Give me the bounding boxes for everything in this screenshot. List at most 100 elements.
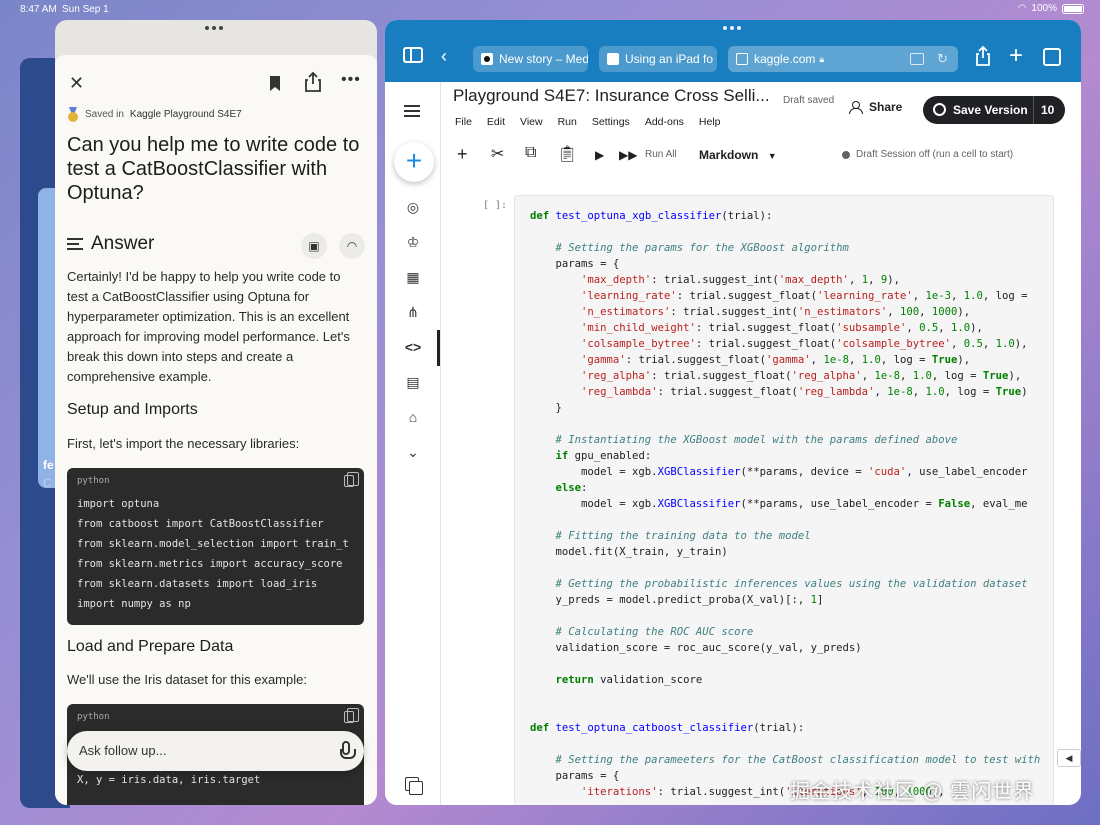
paste-icon[interactable]: 📋︎ bbox=[557, 144, 577, 164]
menu-edit[interactable]: Edit bbox=[487, 116, 505, 128]
section-setup-text: First, let's import the necessary librar… bbox=[67, 436, 300, 451]
battery-icon bbox=[1062, 3, 1084, 14]
save-version-icon bbox=[933, 103, 946, 116]
reader-icon[interactable] bbox=[910, 53, 924, 65]
hamburger-menu-icon[interactable] bbox=[404, 102, 422, 120]
code-cell[interactable]: def test_optuna_xgb_classifier(trial): #… bbox=[514, 195, 1054, 805]
notebook-title[interactable]: Playground S4E7: Insurance Cross Selli..… bbox=[453, 86, 773, 106]
menu-view[interactable]: View bbox=[520, 116, 543, 128]
kaggle-nav-rail: + ◎ ♔ ▦ ⋔ <> ▤ ⌂ ⌄ bbox=[385, 82, 441, 805]
notebook-menubar: File Edit View Run Settings Add-ons Help bbox=[455, 116, 721, 128]
more-icon[interactable]: ••• bbox=[341, 71, 361, 89]
menu-file[interactable]: File bbox=[455, 116, 472, 128]
code-icon[interactable]: <> bbox=[404, 338, 422, 356]
models-icon[interactable]: ⋔ bbox=[404, 303, 422, 321]
copy-icon[interactable] bbox=[344, 472, 359, 487]
browser-window: ‹ New story – Medium Using an iPad fo ka… bbox=[385, 20, 1081, 805]
mic-icon[interactable] bbox=[340, 741, 356, 759]
menu-help[interactable]: Help bbox=[699, 116, 721, 128]
collapse-panel-icon[interactable]: ◀ bbox=[1057, 749, 1081, 767]
run-all-label[interactable]: Run All bbox=[645, 149, 677, 160]
project-name[interactable]: Kaggle Playground S4E7 bbox=[130, 109, 242, 120]
back-icon[interactable]: ‹ bbox=[441, 46, 447, 67]
share-label: Share bbox=[869, 100, 903, 114]
draft-status: Draft saved bbox=[783, 95, 835, 106]
person-add-icon bbox=[849, 101, 863, 114]
chevron-down-icon[interactable]: ⌄ bbox=[404, 443, 422, 461]
code-lang-label: python bbox=[77, 476, 110, 486]
answer-heading: Answer bbox=[67, 233, 154, 255]
copy-icon[interactable] bbox=[344, 708, 359, 723]
wifi-icon: ◠ bbox=[1017, 3, 1027, 14]
table-icon[interactable]: ▦ bbox=[404, 268, 422, 286]
section-data-text: We'll use the Iris dataset for this exam… bbox=[67, 672, 307, 687]
new-tab-icon[interactable]: + bbox=[1009, 42, 1023, 70]
discussion-icon[interactable]: ▤ bbox=[404, 373, 422, 391]
copy-icon[interactable]: ⧉ bbox=[525, 144, 536, 162]
save-version-button[interactable]: Save Version 10 bbox=[923, 96, 1065, 124]
window-grabber[interactable] bbox=[205, 26, 227, 32]
run-all-icon[interactable]: ▶▶ bbox=[619, 148, 637, 162]
code-lang-label: python bbox=[77, 712, 110, 722]
tab-kaggle-address-bar[interactable]: kaggle.com 🔒︎ ↻ bbox=[728, 46, 958, 72]
image-icon[interactable]: ▣ bbox=[301, 233, 327, 259]
status-right: ◠ 100% bbox=[1018, 3, 1084, 14]
tab-medium[interactable]: New story – Medium bbox=[473, 46, 588, 72]
question-title: Can you help me to write code to test a … bbox=[67, 134, 360, 204]
tab-label: Using an iPad fo bbox=[625, 52, 714, 66]
run-cell-icon[interactable]: ▶ bbox=[595, 148, 604, 162]
share-button[interactable]: Share bbox=[849, 100, 902, 114]
cell-type-value: Markdown bbox=[699, 148, 759, 162]
code-line: from sklearn.metrics import accuracy_sco… bbox=[77, 558, 343, 570]
close-icon[interactable]: ✕ bbox=[69, 73, 84, 94]
menu-addons[interactable]: Add-ons bbox=[645, 116, 684, 128]
code-block-imports: python import optuna from catboost impor… bbox=[67, 468, 364, 625]
background-title-peek: fe bbox=[43, 458, 54, 472]
learn-icon[interactable]: ⌂ bbox=[404, 408, 422, 426]
trophy-icon[interactable]: ♔ bbox=[404, 233, 422, 251]
safari-toolbar: ‹ New story – Medium Using an iPad fo ka… bbox=[385, 20, 1081, 82]
sidebar-toggle-icon[interactable] bbox=[403, 47, 423, 63]
followup-input[interactable]: Ask follow up... bbox=[67, 731, 364, 771]
chevron-down-icon: ▼ bbox=[767, 151, 777, 161]
section-setup-heading: Setup and Imports bbox=[67, 401, 198, 418]
menu-settings[interactable]: Settings bbox=[592, 116, 630, 128]
status-bar: 8:47 AM Sun Sep 1 ◠ 100% bbox=[0, 0, 1100, 20]
headphones-icon[interactable]: ◠ bbox=[339, 233, 365, 259]
share-icon[interactable] bbox=[303, 71, 323, 93]
add-cell-icon[interactable]: + bbox=[457, 144, 468, 165]
lock-icon: 🔒︎ bbox=[819, 53, 825, 64]
reload-icon[interactable]: ↻ bbox=[937, 51, 948, 67]
code-line: from catboost import CatBoostClassifier bbox=[77, 518, 324, 530]
cut-icon[interactable]: ✂ bbox=[491, 144, 504, 164]
divider bbox=[1033, 96, 1034, 124]
notebook-toolbar: + ✂ ⧉ 📋︎ ▶ ▶▶ Run All Markdown ▼ Draft S… bbox=[445, 144, 1075, 166]
session-status[interactable]: Draft Session off (run a cell to start) bbox=[842, 149, 1013, 160]
share-icon[interactable] bbox=[975, 46, 991, 66]
status-time: 8:47 AM bbox=[20, 4, 57, 15]
cell-type-select[interactable]: Markdown ▼ bbox=[699, 148, 777, 162]
cell-prompt: [ ]: bbox=[483, 200, 508, 211]
tab-ipad[interactable]: Using an iPad fo bbox=[599, 46, 717, 72]
chat-sheet: ✕ ••• Saved in Kaggle Playground S4E7 Ca… bbox=[55, 55, 377, 805]
session-dot-icon bbox=[842, 150, 850, 159]
medium-favicon bbox=[481, 53, 493, 65]
chat-toolbar: ✕ ••• bbox=[55, 67, 377, 97]
active-indicator bbox=[437, 330, 440, 366]
followup-placeholder: Ask follow up... bbox=[79, 743, 167, 758]
compass-icon[interactable]: ◎ bbox=[404, 198, 422, 216]
copy-pages-icon[interactable] bbox=[405, 777, 423, 795]
window-grabber[interactable] bbox=[723, 26, 741, 30]
tab-overview-icon[interactable] bbox=[1043, 48, 1061, 66]
menu-run[interactable]: Run bbox=[558, 116, 577, 128]
saved-in-label[interactable]: Saved in Kaggle Playground S4E7 bbox=[67, 107, 242, 122]
code-line: from sklearn.model_selection import trai… bbox=[77, 538, 349, 550]
answer-intro: Certainly! I'd be happy to help you writ… bbox=[67, 269, 350, 384]
session-text: Draft Session off (run a cell to start) bbox=[856, 149, 1014, 160]
section-data-heading: Load and Prepare Data bbox=[67, 638, 234, 655]
answer-label: Answer bbox=[91, 233, 155, 254]
bookmark-icon[interactable] bbox=[265, 73, 285, 93]
version-count[interactable]: 10 bbox=[1041, 103, 1054, 117]
code-line: X, y = iris.data, iris.target bbox=[77, 774, 261, 786]
create-button[interactable]: + bbox=[394, 142, 434, 182]
